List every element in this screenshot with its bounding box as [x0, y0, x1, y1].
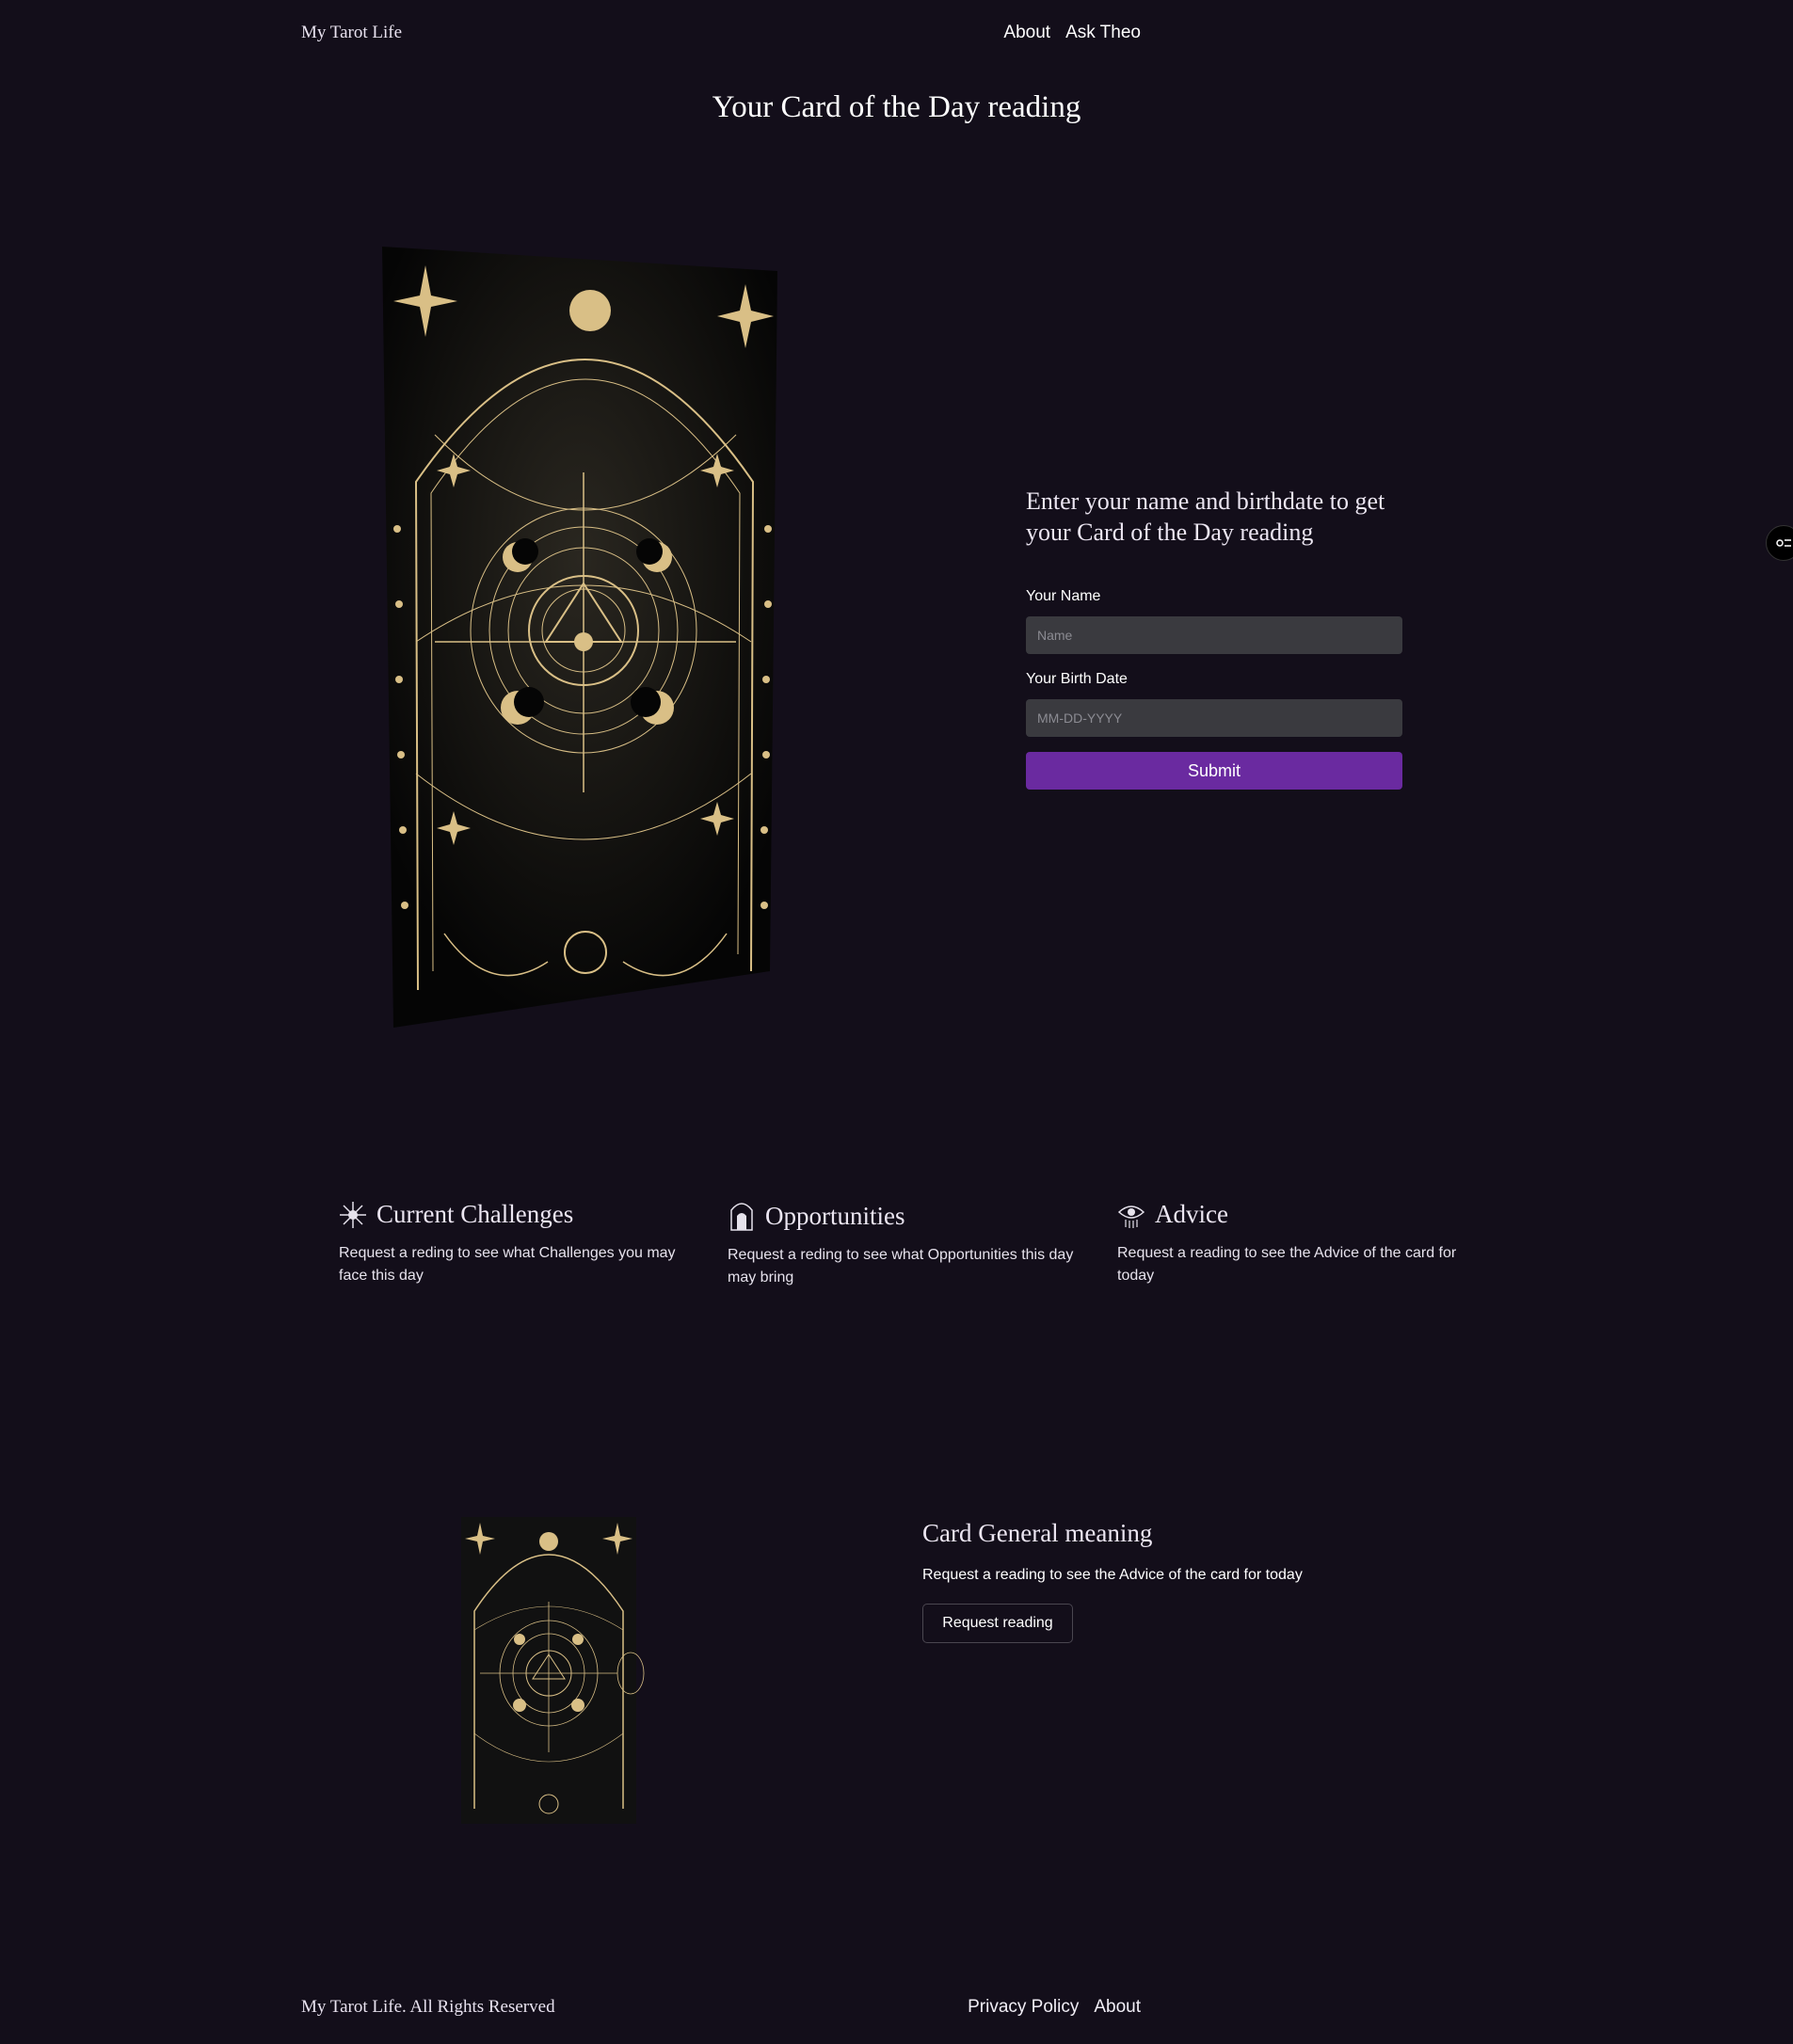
footer-nav: Privacy Policy About [968, 1997, 1141, 2018]
request-reading-button[interactable]: Request reading [922, 1604, 1073, 1643]
footer-about-link[interactable]: About [1094, 1997, 1141, 2018]
nav-about-link[interactable]: About [1003, 23, 1050, 43]
settings-toggle-icon[interactable] [1766, 525, 1793, 561]
birth-date-label: Your Birth Date [1026, 671, 1128, 687]
name-label: Your Name [1026, 588, 1101, 604]
eye-icon [1117, 1205, 1145, 1228]
feature-challenges: Current Challenges Request a reding to s… [339, 1200, 696, 1287]
nav-ask-theo-link[interactable]: Ask Theo [1065, 23, 1141, 43]
submit-button[interactable]: Submit [1026, 752, 1402, 790]
birth-date-input[interactable] [1026, 699, 1402, 737]
feature-advice: Advice Request a reading to see the Advi… [1117, 1200, 1475, 1287]
brand-logo[interactable]: My Tarot Life [301, 23, 402, 43]
feature-title: Advice [1155, 1200, 1228, 1228]
form-heading: Enter your name and birthdate to get you… [1026, 487, 1385, 546]
tarot-card-back-image [382, 247, 777, 1028]
page-title: Your Card of the Day reading [712, 90, 1081, 124]
feature-text: Request a reading to see the Advice of t… [1117, 1245, 1457, 1284]
feature-title: Opportunities [765, 1201, 905, 1230]
feature-title: Current Challenges [376, 1200, 574, 1228]
doorway-icon [730, 1203, 753, 1231]
feature-opportunities: Opportunities Request a reding to see wh… [728, 1201, 1085, 1289]
feature-text: Request a reding to see what Challenges … [339, 1245, 676, 1284]
tarot-card-small-image [461, 1517, 645, 1824]
starburst-icon [340, 1201, 366, 1228]
footer-copyright: My Tarot Life. All Rights Reserved [301, 1997, 555, 2017]
meaning-title: Card General meaning [922, 1519, 1153, 1547]
meaning-text: Request a reading to see the Advice of t… [922, 1567, 1303, 1583]
name-input[interactable] [1026, 616, 1402, 654]
footer-privacy-link[interactable]: Privacy Policy [968, 1997, 1079, 2018]
top-nav: About Ask Theo [1003, 23, 1141, 43]
feature-text: Request a reding to see what Opportuniti… [728, 1247, 1074, 1285]
